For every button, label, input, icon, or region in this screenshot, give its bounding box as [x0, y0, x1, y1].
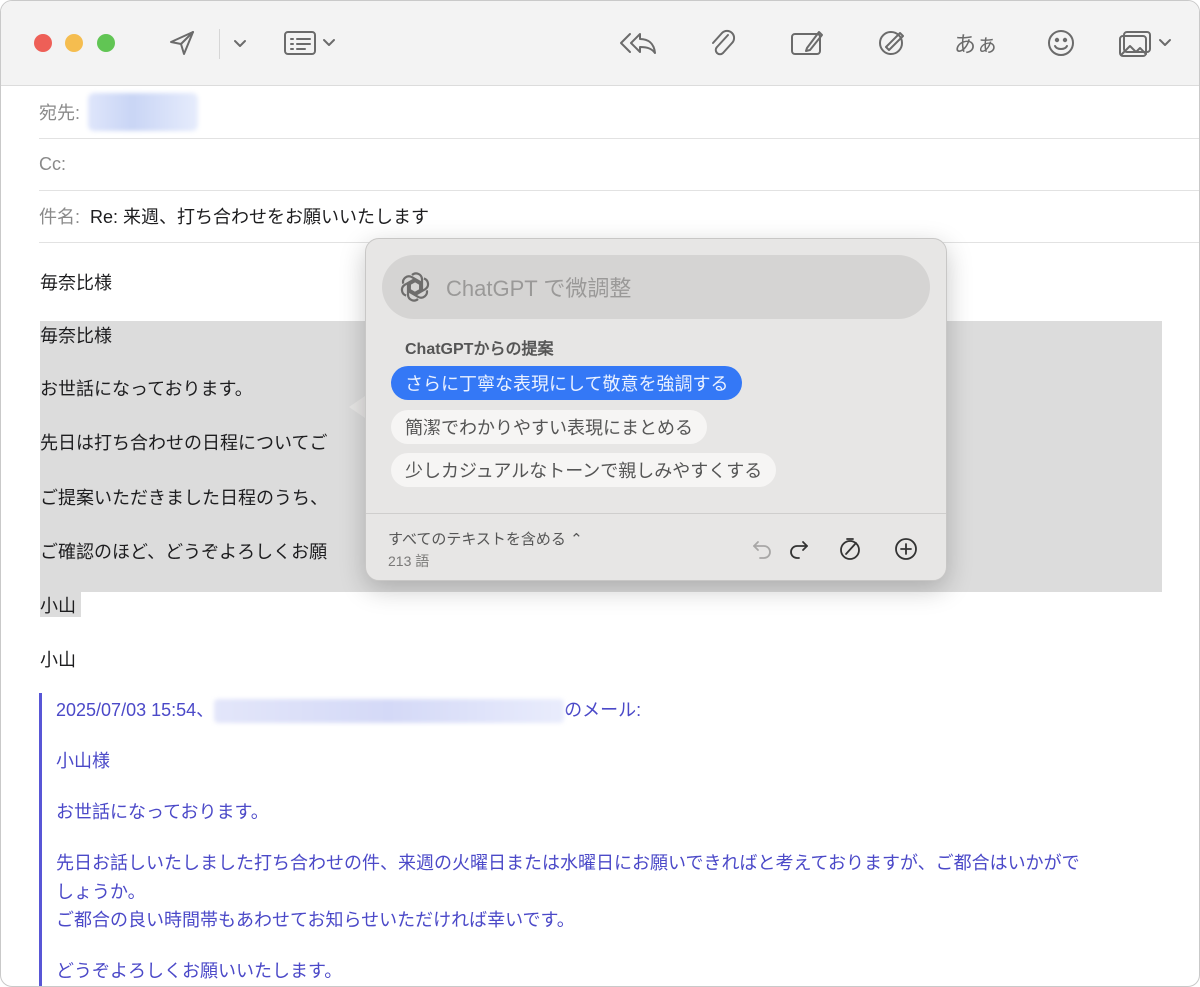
to-field[interactable]: 宛先: — [39, 86, 1199, 139]
mail-compose-window: あぁ 宛先: Cc: 件名: Re: 来週、打ち合わせをお願いいたします 毎奈比… — [0, 0, 1200, 987]
sender-address-blurred — [214, 699, 565, 724]
header-fields-icon[interactable] — [283, 27, 339, 59]
suggestions-title: ChatGPTからの提案 — [405, 341, 554, 358]
quote-suffix: のメール: — [564, 700, 642, 720]
quote-header: 2025/07/03 15:54、 のメール: — [56, 696, 642, 724]
new-message-icon[interactable] — [789, 27, 825, 59]
send-icon[interactable] — [165, 27, 199, 59]
chatgpt-logo-icon — [396, 268, 434, 306]
recipient-token[interactable] — [88, 93, 199, 131]
quote-line: お世話になっております。 — [56, 802, 269, 822]
quote-line: ご都合の良い時間帯もあわせてお知らせいただければ幸いです。 — [56, 910, 575, 930]
undo-icon[interactable] — [747, 534, 777, 564]
popover-arrow — [349, 396, 365, 418]
font-icon[interactable]: あぁ — [954, 27, 998, 59]
signature-line[interactable]: 小山 — [40, 646, 76, 672]
cc-field[interactable]: Cc: — [39, 138, 1199, 191]
word-count: 213 語 — [388, 553, 430, 569]
suggestion-chip[interactable]: 簡潔でわかりやすい表現にまとめる — [391, 410, 707, 444]
rewrite-icon[interactable] — [835, 534, 865, 564]
quote-line: どうぞよろしくお願いいたします。 — [56, 961, 343, 981]
body-line[interactable]: お世話になっております。 — [40, 375, 253, 401]
photo-browser-icon[interactable] — [1118, 27, 1176, 59]
body-line[interactable]: ご提案いただきました日程のうち、 — [40, 484, 328, 510]
suggestion-chip[interactable]: 少しカジュアルなトーンで親しみやすくする — [391, 453, 777, 487]
toolbar: あぁ — [1, 1, 1199, 86]
redo-icon[interactable] — [784, 534, 814, 564]
quote-line: しょうか。 — [56, 882, 146, 902]
emoji-icon[interactable] — [1044, 27, 1078, 59]
zoom-button[interactable] — [97, 34, 115, 52]
reply-all-icon[interactable] — [618, 27, 658, 59]
popover-divider — [366, 513, 946, 514]
chatgpt-popover: ChatGPT で微調整 ChatGPTからの提案 さらに丁寧な表現にして敬意を… — [365, 238, 947, 581]
body-line[interactable]: 小山 — [40, 592, 76, 618]
subject-label: 件名: — [39, 207, 81, 227]
include-all-text-menu[interactable]: すべてのテキストを含める ⌃ — [388, 528, 583, 549]
attachment-icon[interactable] — [707, 27, 737, 59]
subject-field[interactable]: 件名: Re: 来週、打ち合わせをお願いいたします — [39, 190, 1199, 243]
markup-icon[interactable] — [874, 27, 910, 59]
toolbar-separator — [219, 29, 220, 59]
body-line[interactable]: ご確認のほど、どうぞよろしくお願 — [40, 538, 327, 564]
close-button[interactable] — [34, 34, 52, 52]
to-label: 宛先: — [39, 103, 81, 123]
body-line[interactable]: 先日は打ち合わせの日程についてご — [40, 429, 327, 455]
quote-line: 小山様 — [56, 751, 110, 771]
body-line[interactable]: 毎奈比様 — [40, 322, 112, 348]
suggestion-chip[interactable]: さらに丁寧な表現にして敬意を強調する — [391, 366, 743, 400]
chatgpt-prompt-input[interactable]: ChatGPT で微調整 — [382, 255, 930, 319]
cc-label: Cc: — [39, 153, 66, 174]
quote-line: 先日お話しいたしました打ち合わせの件、来週の火曜日または水曜日にお願いできればと… — [56, 853, 1080, 873]
add-icon[interactable] — [891, 534, 921, 564]
body-line[interactable]: 毎奈比様 — [40, 269, 112, 295]
send-options-chevron-icon[interactable] — [230, 27, 250, 59]
minimize-button[interactable] — [65, 34, 83, 52]
prompt-placeholder: ChatGPT で微調整 — [446, 276, 632, 301]
quote-date: 2025/07/03 15:54、 — [56, 700, 215, 720]
subject-value[interactable]: Re: 来週、打ち合わせをお願いいたします — [90, 203, 429, 229]
quote-bar — [39, 693, 42, 986]
